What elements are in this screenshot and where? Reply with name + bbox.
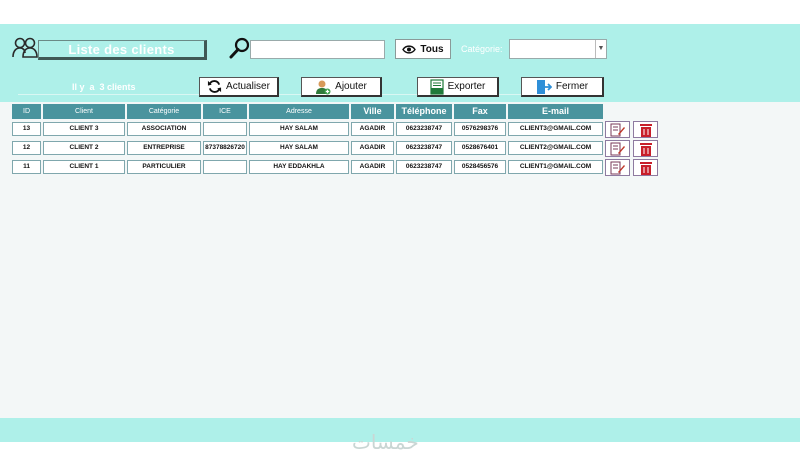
table-cell-ice[interactable]: 87378826720	[203, 141, 247, 155]
trash-icon	[639, 161, 652, 175]
table-cell-fax[interactable]: 0576298376	[454, 122, 506, 136]
table-cell-id[interactable]: 11	[12, 160, 41, 174]
users-icon	[12, 37, 38, 58]
table-cell-ville[interactable]: AGADIR	[351, 122, 394, 136]
table-cell-id[interactable]: 12	[12, 141, 41, 155]
column-header-id[interactable]: ID	[12, 104, 41, 119]
table-cell-fax[interactable]: 0528456576	[454, 160, 506, 174]
table-cell-adresse[interactable]: HAY SALAM	[249, 122, 349, 136]
exit-icon	[536, 79, 552, 94]
edit-button[interactable]	[605, 140, 630, 157]
table-cell-categorie[interactable]: ENTREPRISE	[127, 141, 201, 155]
table-cell-telephone[interactable]: 0623238747	[396, 160, 452, 174]
edit-icon	[610, 142, 625, 155]
table-cell-client[interactable]: CLIENT 3	[43, 122, 125, 136]
delete-button[interactable]	[633, 121, 658, 138]
column-header-ville[interactable]: Ville	[351, 104, 394, 119]
trash-icon	[639, 123, 652, 137]
table-cell-ville[interactable]: AGADIR	[351, 160, 394, 174]
exporter-label: Exporter	[447, 81, 486, 92]
table-cell-categorie[interactable]: ASSOCIATION	[127, 122, 201, 136]
table-cell-adresse[interactable]: HAY SALAM	[249, 141, 349, 155]
table-cell-fax[interactable]: 0528676401	[454, 141, 506, 155]
category-select[interactable]: ▼	[509, 39, 607, 59]
page-title: Liste des clients	[38, 40, 207, 60]
table-cell-client[interactable]: CLIENT 1	[43, 160, 125, 174]
top-margin	[0, 0, 800, 24]
fermer-label: Fermer	[555, 81, 589, 92]
exporter-button[interactable]: Exporter	[417, 77, 499, 97]
table-cell-telephone[interactable]: 0623238747	[396, 122, 452, 136]
table-cell-email[interactable]: CLIENT2@GMAIL.COM	[508, 141, 603, 155]
add-user-icon	[316, 80, 331, 94]
excel-icon	[429, 78, 444, 95]
table-cell-ice[interactable]	[203, 122, 247, 136]
search-input[interactable]	[250, 40, 385, 59]
chevron-down-icon[interactable]: ▼	[595, 40, 606, 58]
column-header-telephone[interactable]: Téléphone	[396, 104, 452, 119]
table-cell-email[interactable]: CLIENT3@GMAIL.COM	[508, 122, 603, 136]
table-cell-id[interactable]: 13	[12, 122, 41, 136]
table-cell-adresse[interactable]: HAY EDDAKHLA	[249, 160, 349, 174]
category-label: Catégorie:	[461, 44, 503, 54]
refresh-icon	[207, 80, 222, 93]
table-cell-email[interactable]: CLIENT1@GMAIL.COM	[508, 160, 603, 174]
table-cell-ice[interactable]	[203, 160, 247, 174]
column-header-email[interactable]: E-mail	[508, 104, 603, 119]
magnifier-icon	[229, 37, 250, 59]
edit-button[interactable]	[605, 159, 630, 176]
table-cell-categorie[interactable]: PARTICULIER	[127, 160, 201, 174]
column-header-ice[interactable]: ICE	[203, 104, 247, 119]
edit-button[interactable]	[605, 121, 630, 138]
column-header-categorie[interactable]: Catégorie	[127, 104, 201, 119]
watermark-logo: خمسات	[352, 430, 419, 454]
table-cell-ville[interactable]: AGADIR	[351, 141, 394, 155]
trash-icon	[639, 142, 652, 156]
eye-icon	[402, 44, 417, 54]
column-header-adresse[interactable]: Adresse	[249, 104, 349, 119]
delete-button[interactable]	[633, 140, 658, 157]
tous-button[interactable]: Tous	[395, 39, 451, 59]
table-cell-telephone[interactable]: 0623238747	[396, 141, 452, 155]
tous-label: Tous	[420, 43, 444, 55]
table-cell-client[interactable]: CLIENT 2	[43, 141, 125, 155]
client-count: Il y a 3 clients	[72, 82, 136, 92]
actualiser-button[interactable]: Actualiser	[199, 77, 279, 97]
ajouter-button[interactable]: Ajouter	[301, 77, 382, 97]
actualiser-label: Actualiser	[226, 81, 270, 92]
column-header-fax[interactable]: Fax	[454, 104, 506, 119]
edit-icon	[610, 123, 625, 136]
ajouter-label: Ajouter	[335, 81, 367, 92]
fermer-button[interactable]: Fermer	[521, 77, 604, 97]
column-header-client[interactable]: Client	[43, 104, 125, 119]
edit-icon	[610, 161, 625, 174]
delete-button[interactable]	[633, 159, 658, 176]
